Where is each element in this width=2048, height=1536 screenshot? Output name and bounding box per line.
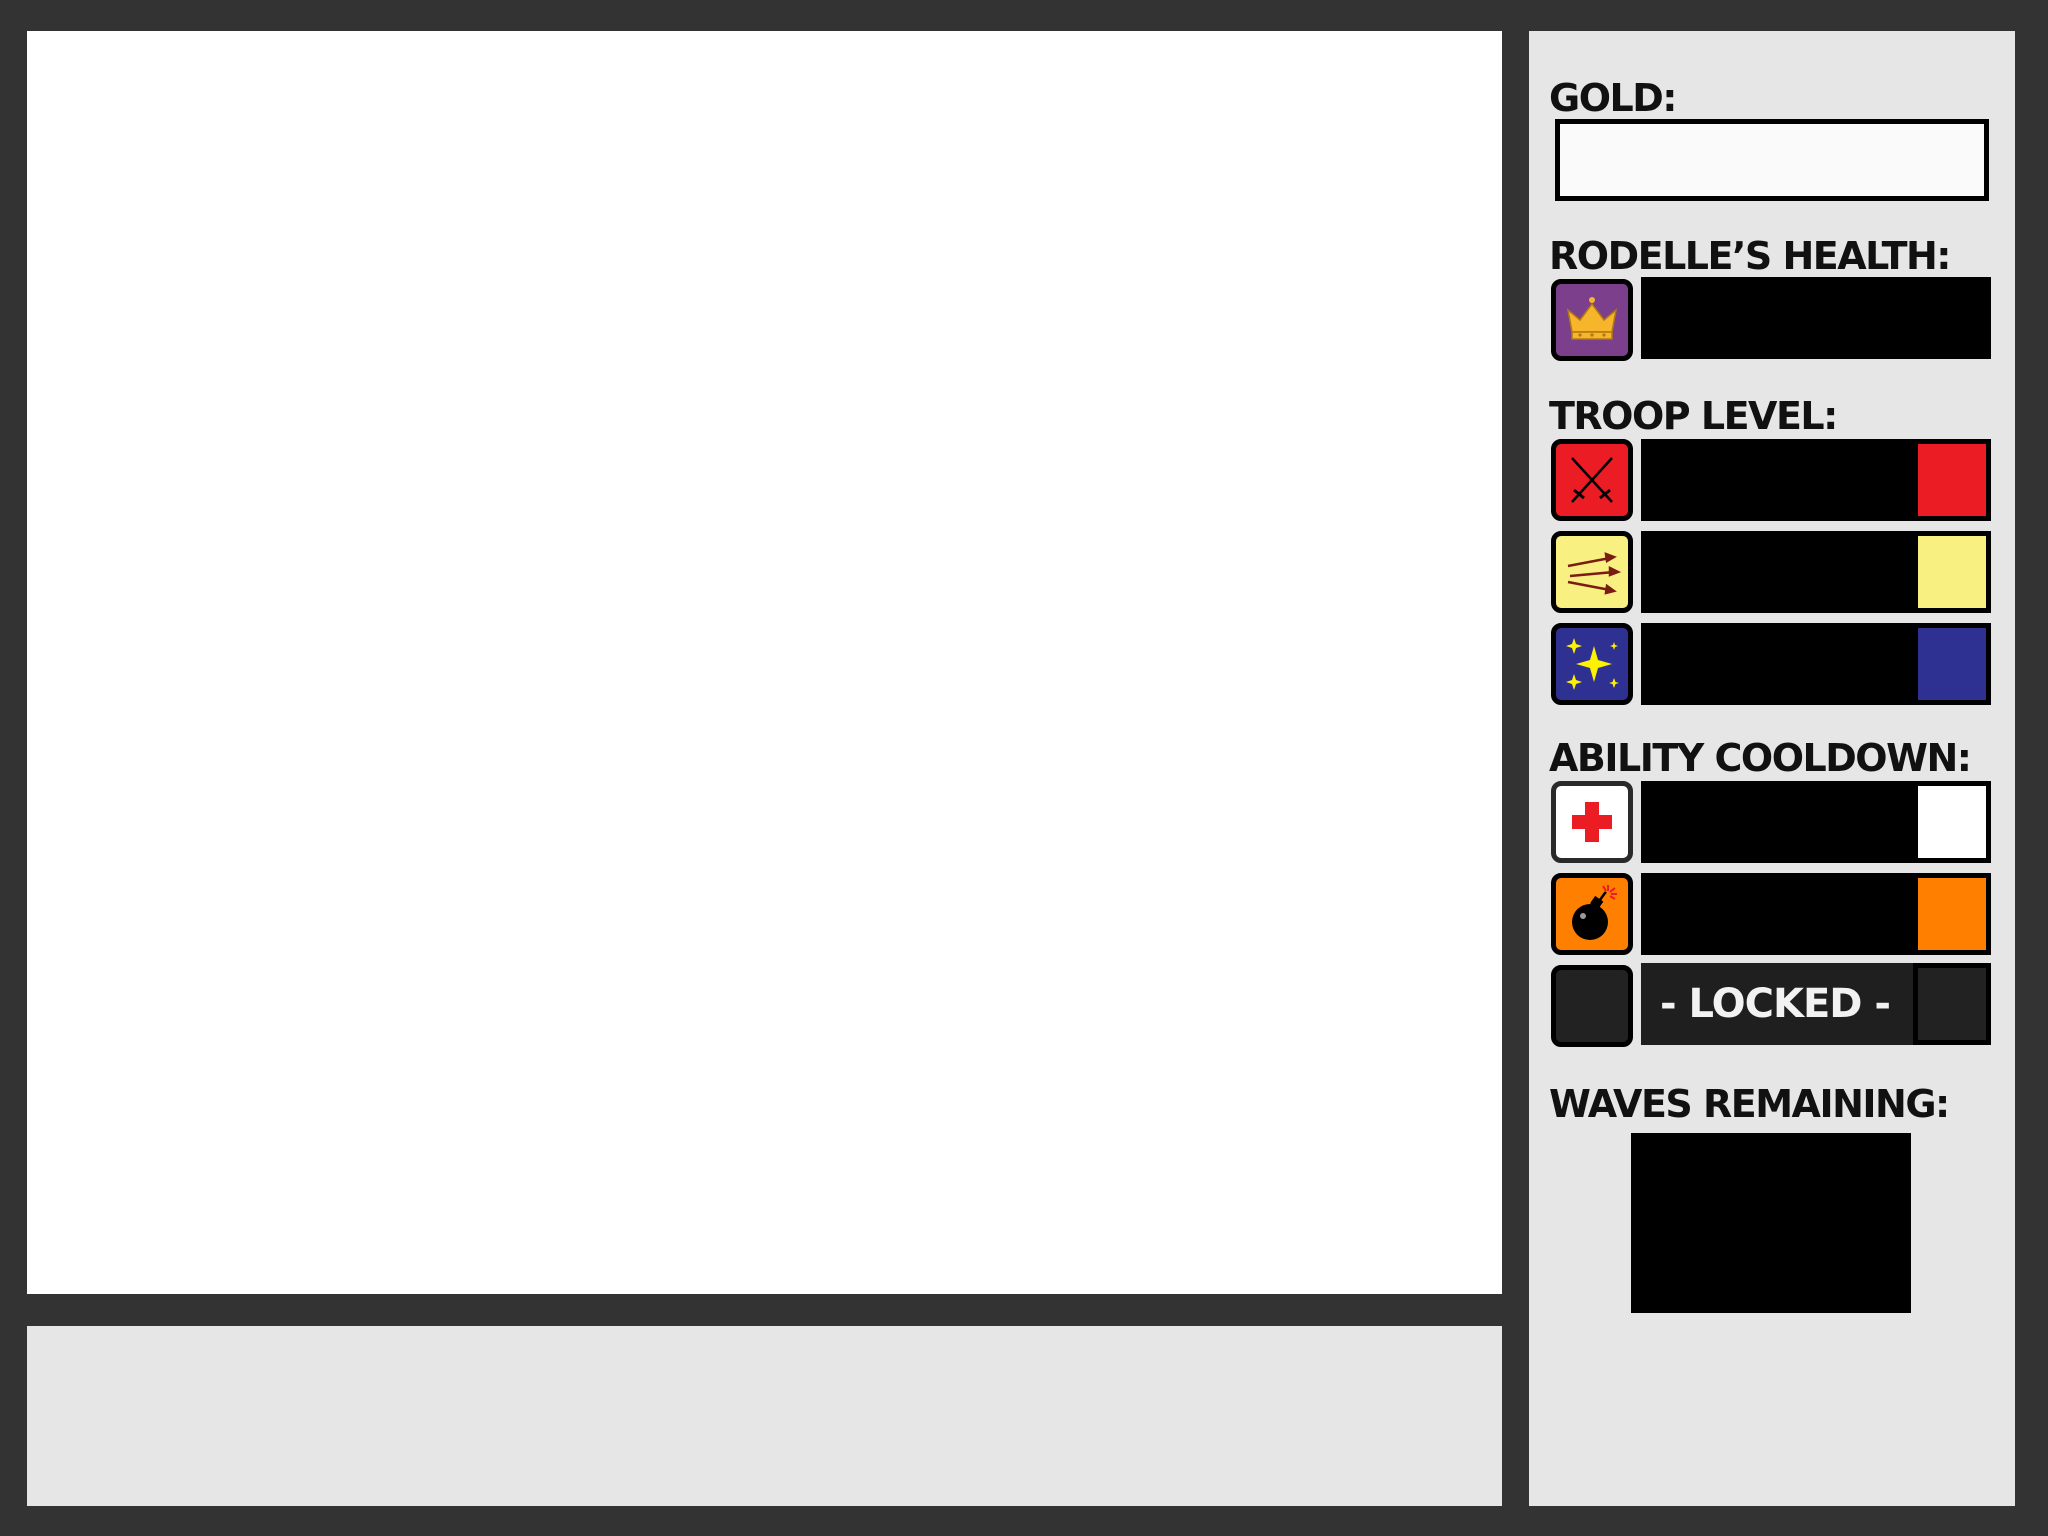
gold-label: GOLD: (1549, 76, 1677, 120)
health-bar (1641, 277, 1991, 359)
message-bar (27, 1326, 1502, 1506)
troop-level-marker-arrows (1918, 536, 1986, 608)
cooldown-bar-bomb (1641, 873, 1991, 955)
cooldown-marker-heal (1918, 786, 1986, 858)
health-label: RODELLE’S HEALTH: (1549, 234, 1952, 278)
waves-remaining-label: WAVES REMAINING: (1549, 1082, 1950, 1126)
cooldown-bar-heal (1641, 781, 1991, 863)
sparkles-icon[interactable] (1551, 623, 1633, 705)
crown-icon (1551, 279, 1633, 361)
cooldown-bar-locked: - LOCKED - (1641, 963, 1991, 1045)
troop-level-bar-magic (1641, 623, 1991, 705)
locked-slot-icon (1551, 965, 1633, 1047)
hud-side-panel: GOLD: RODELLE’S HEALTH: TROOP LEVEL: ABI… (1529, 31, 2015, 1506)
game-play-area[interactable] (27, 31, 1502, 1294)
troop-level-bar-arrows (1641, 531, 1991, 613)
troop-level-marker-magic (1918, 628, 1986, 700)
arrows-icon[interactable] (1551, 531, 1633, 613)
ability-cooldown-label: ABILITY COOLDOWN: (1549, 736, 1972, 780)
troop-level-bar-swords (1641, 439, 1991, 521)
red-cross-icon[interactable] (1551, 781, 1633, 863)
gold-display (1555, 119, 1989, 201)
troop-level-marker-swords (1918, 444, 1986, 516)
cooldown-marker-locked (1913, 963, 1991, 1045)
troop-level-label: TROOP LEVEL: (1549, 394, 1838, 438)
locked-text: - LOCKED - (1660, 981, 1891, 1027)
crossed-swords-icon[interactable] (1551, 439, 1633, 521)
waves-remaining-display (1631, 1133, 1911, 1313)
cooldown-marker-bomb (1918, 878, 1986, 950)
bomb-icon[interactable] (1551, 873, 1633, 955)
